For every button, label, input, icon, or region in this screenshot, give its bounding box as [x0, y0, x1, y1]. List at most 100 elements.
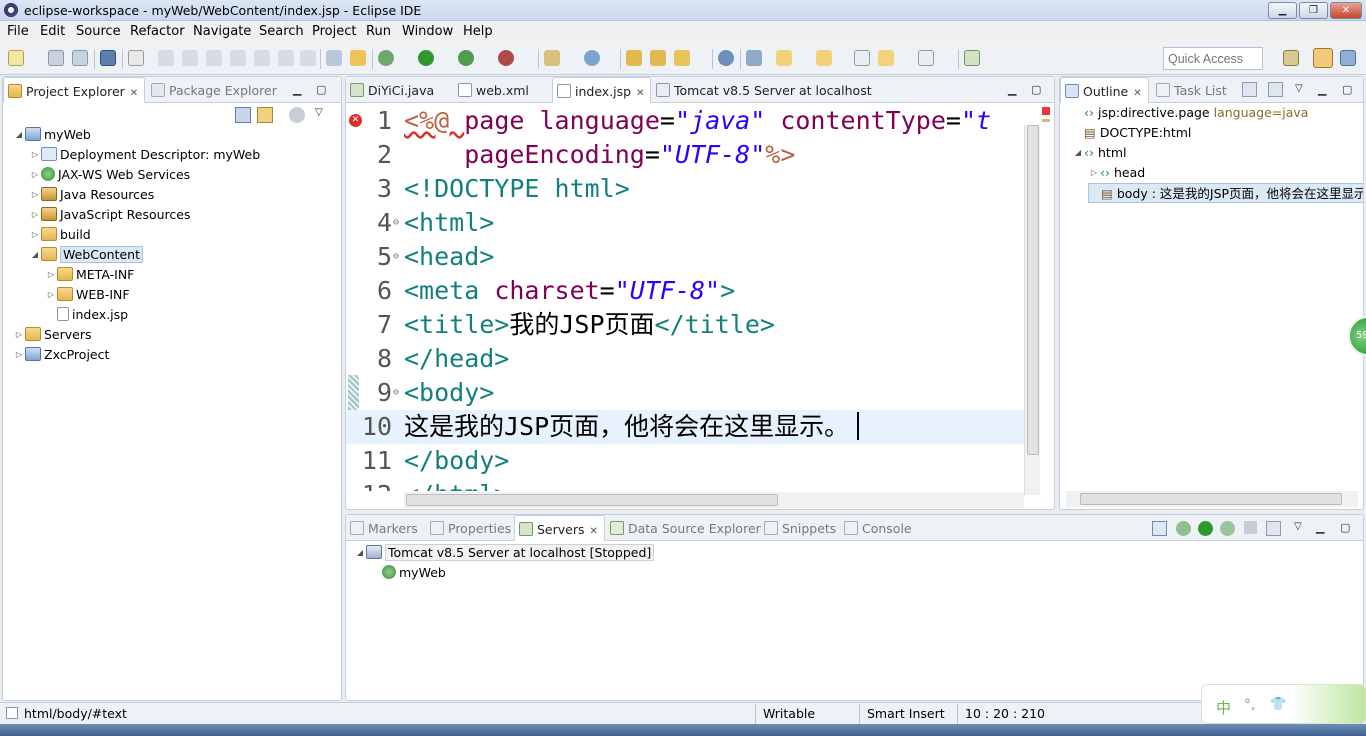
server-item-tomcat[interactable]: ◢ Tomcat v8.5 Server at localhost [Stoppe… — [354, 543, 655, 563]
horizontal-scrollbar[interactable] — [404, 492, 1024, 508]
menu-help[interactable]: Help — [463, 24, 493, 39]
minimize-view-icon[interactable]: ▁ — [1318, 83, 1326, 96]
expand-icon[interactable]: ◢ — [1072, 143, 1084, 163]
ime-skin-icon[interactable]: 👕 — [1270, 697, 1286, 712]
minimize-button[interactable]: ▁ — [1268, 2, 1297, 19]
profile-server-icon[interactable] — [1220, 521, 1235, 536]
resume-icon[interactable] — [158, 50, 174, 66]
minimize-view-icon[interactable]: ▁ — [1008, 83, 1016, 96]
step-into-icon[interactable] — [254, 50, 270, 66]
tree-item-javascript-resources[interactable]: ▷ JavaScript Resources — [29, 205, 190, 225]
tree-item-zxcproject[interactable]: ▷ ZxcProject — [13, 345, 109, 365]
tab-web-xml[interactable]: web.xml — [454, 77, 535, 103]
skip-breakpoints-icon[interactable] — [128, 50, 144, 66]
code-line[interactable]: 9 ⊖ <body> — [346, 376, 1024, 410]
outline-item-head[interactable]: ▷ ‹› head — [1088, 163, 1145, 183]
prev-edit-icon[interactable] — [776, 50, 792, 66]
open-type-icon[interactable] — [626, 50, 642, 66]
javaee-perspective-icon[interactable] — [1313, 48, 1333, 68]
maximize-view-icon[interactable]: ▢ — [316, 83, 326, 96]
coverage-icon[interactable] — [458, 50, 474, 66]
outline-item-html[interactable]: ◢ ‹› html — [1072, 143, 1127, 163]
tree-item-myweb[interactable]: ◢ myWeb — [13, 125, 91, 145]
fold-toggle-icon[interactable]: ⊖ — [393, 376, 399, 410]
outline-horizontal-scrollbar[interactable] — [1066, 491, 1358, 507]
code-line[interactable]: 2 pageEncoding="UTF-8"%> — [346, 138, 1024, 172]
expand-icon[interactable]: ▷ — [45, 265, 57, 285]
menu-edit[interactable]: Edit — [40, 24, 65, 39]
collapse-all-icon[interactable] — [1152, 521, 1167, 536]
menu-run[interactable]: Run — [366, 24, 391, 39]
save-all-icon[interactable] — [72, 50, 88, 66]
view-menu-icon[interactable]: ▽ — [1295, 83, 1303, 94]
tab-task-list[interactable]: Task List — [1152, 77, 1233, 103]
tree-item-index-jsp[interactable]: index.jsp — [45, 305, 128, 325]
java-perspective-icon[interactable] — [1340, 50, 1356, 66]
open-task-icon[interactable] — [650, 50, 666, 66]
maximize-view-icon[interactable]: ▢ — [1340, 521, 1350, 534]
tab-servers[interactable]: Servers ✕ — [514, 515, 605, 541]
tree-item-jaxws[interactable]: ▷ JAX-WS Web Services — [29, 165, 190, 185]
next-annotation-icon[interactable] — [746, 50, 762, 66]
last-edit-icon[interactable] — [816, 50, 832, 66]
code-line[interactable]: 3 <!DOCTYPE html> — [346, 172, 1024, 206]
expand-icon[interactable]: ▷ — [29, 225, 41, 245]
tab-data-source-explorer[interactable]: Data Source Explorer — [606, 515, 767, 541]
close-tab-icon[interactable]: ✕ — [130, 88, 138, 99]
tree-item-java-resources[interactable]: ▷ Java Resources — [29, 185, 154, 205]
ime-punctuation[interactable]: °, — [1244, 697, 1255, 713]
code-line[interactable]: 1 <%@ page language="java" contentType="t — [346, 104, 1024, 138]
tab-markers[interactable]: Markers — [346, 515, 424, 541]
pin-editor-icon[interactable] — [964, 50, 980, 66]
code-line[interactable]: 6 <meta charset="UTF-8"> — [346, 274, 1024, 308]
menu-navigate[interactable]: Navigate — [193, 24, 251, 39]
save-icon[interactable] — [48, 50, 64, 66]
vertical-scroll-thumb[interactable] — [1027, 125, 1039, 455]
menu-window[interactable]: Window — [402, 24, 453, 39]
tab-project-explorer[interactable]: Project Explorer ✕ — [3, 77, 146, 103]
close-tab-icon[interactable]: ✕ — [636, 88, 644, 99]
tree-item-meta-inf[interactable]: ▷ META-INF — [45, 265, 134, 285]
step-return-icon[interactable] — [300, 50, 316, 66]
debug-server-icon[interactable] — [1176, 521, 1191, 536]
close-tab-icon[interactable]: ✕ — [1133, 88, 1141, 99]
code-line[interactable]: 11 </body> — [346, 444, 1024, 478]
tab-snippets[interactable]: Snippets — [760, 515, 842, 541]
mark-occurrences-icon[interactable] — [350, 50, 366, 66]
vertical-scrollbar[interactable] — [1024, 125, 1040, 495]
menu-refactor[interactable]: Refactor — [130, 24, 185, 39]
new-server-icon[interactable] — [544, 50, 560, 66]
code-line[interactable]: 12 </html> — [346, 478, 1024, 491]
quick-access-input[interactable] — [1163, 47, 1263, 70]
code-line[interactable]: 10 这是我的JSP页面，他将会在这里显示。 — [346, 410, 1024, 444]
expand-icon[interactable]: ◢ — [29, 245, 41, 265]
server-module-myweb[interactable]: myWeb — [370, 563, 446, 583]
minimize-view-icon[interactable]: ▁ — [293, 83, 301, 96]
collapse-all-icon[interactable] — [1242, 82, 1257, 97]
expand-icon[interactable]: ▷ — [29, 205, 41, 225]
code-line[interactable]: 8 </head> — [346, 342, 1024, 376]
open-perspective-icon[interactable] — [1283, 50, 1299, 66]
maximize-view-icon[interactable]: ▢ — [1031, 83, 1041, 96]
tree-item-servers[interactable]: ▷ Servers — [13, 325, 92, 345]
run-icon[interactable] — [418, 50, 434, 66]
menu-project[interactable]: Project — [312, 24, 356, 39]
view-menu-icon[interactable]: ▽ — [1294, 521, 1302, 532]
view-menu-icon[interactable]: ▽ — [315, 107, 323, 118]
expand-icon[interactable]: ◢ — [13, 125, 25, 145]
tab-diyici-java[interactable]: DiYiCi.java — [346, 77, 440, 103]
stop-server-icon[interactable] — [1244, 521, 1257, 534]
close-tab-icon[interactable]: ✕ — [590, 526, 598, 537]
step-over-icon[interactable] — [278, 50, 294, 66]
tree-item-build[interactable]: ▷ build — [29, 225, 91, 245]
overview-error-marker[interactable] — [1042, 107, 1050, 115]
forward-arrow-icon[interactable] — [918, 50, 934, 66]
code-line[interactable]: 5 ⊖ <head> — [346, 240, 1024, 274]
outline-item-directive[interactable]: ‹› jsp:directive.page language=java — [1072, 103, 1308, 123]
sort-icon[interactable] — [1268, 82, 1283, 97]
code-area[interactable]: 1 <%@ page language="java" contentType="t… — [346, 104, 1024, 491]
menu-source[interactable]: Source — [76, 24, 121, 39]
expand-icon[interactable]: ▷ — [1088, 163, 1100, 183]
suspend-icon[interactable] — [182, 50, 198, 66]
start-server-icon[interactable] — [1198, 521, 1213, 536]
